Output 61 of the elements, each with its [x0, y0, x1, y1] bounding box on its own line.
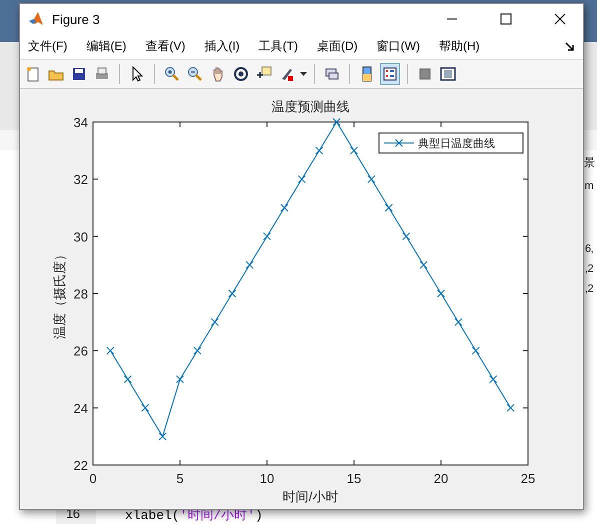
data-marker — [384, 204, 393, 212]
y-tick-label: 32 — [74, 172, 88, 188]
data-marker — [246, 260, 254, 269]
data-marker — [489, 375, 498, 384]
code-fragment: 6, — [585, 243, 594, 255]
x-tick-label: 10 — [260, 471, 274, 486]
y-tick-label: 28 — [74, 286, 88, 302]
code-fragment: ,2 — [585, 283, 594, 295]
x-tick-label: 20 — [434, 471, 448, 486]
y-tick-label: 34 — [74, 115, 88, 130]
data-marker — [176, 375, 184, 384]
data-marker — [506, 404, 515, 412]
menu-item[interactable]: 桌面(D) — [314, 38, 365, 55]
menu-item[interactable]: 查看(V) — [143, 38, 192, 55]
menu-item[interactable]: 文件(F) — [26, 38, 74, 55]
menu-item[interactable]: 编辑(E) — [84, 38, 134, 55]
data-marker — [298, 175, 306, 184]
menu-item[interactable]: 工具(T) — [256, 38, 305, 55]
menu-item[interactable]: 插入(I) — [202, 38, 247, 55]
x-tick-label: 25 — [520, 471, 536, 486]
data-marker — [402, 232, 410, 240]
dropdown-caret-icon[interactable] — [300, 72, 307, 76]
x-axis-label: 时间/小时 — [282, 489, 338, 504]
data-marker — [367, 175, 376, 184]
menu-item[interactable]: 帮助(H) — [436, 38, 487, 55]
data-marker — [263, 232, 271, 240]
x-tick-label: 0 — [89, 471, 97, 486]
data-marker — [332, 118, 341, 126]
legend-icon[interactable] — [380, 63, 400, 85]
y-tick-label: 22 — [74, 458, 88, 473]
x-tick-label: 5 — [176, 471, 184, 486]
chart-title: 温度预测曲线 — [272, 99, 350, 114]
legend-line-icon — [384, 139, 414, 147]
data-marker — [141, 404, 150, 412]
data-marker — [437, 290, 445, 298]
window-title: Figure 3 — [52, 12, 101, 26]
data-marker — [228, 290, 236, 298]
code-fragment: ,2 — [585, 263, 594, 275]
tab-label[interactable]: 景 — [584, 155, 594, 170]
maximize-icon[interactable] — [500, 13, 512, 25]
data-marker — [420, 260, 428, 269]
data-marker — [315, 146, 324, 155]
y-axis-label: 温度（摄氏度） — [52, 248, 67, 339]
data-marker — [158, 432, 167, 440]
y-tick-label: 24 — [74, 400, 88, 416]
x-tick-label: 15 — [346, 471, 362, 486]
matlab-logo-icon — [28, 11, 44, 27]
data-marker — [106, 346, 114, 355]
data-marker — [124, 375, 132, 384]
close-icon[interactable] — [554, 13, 566, 25]
menu-item[interactable]: 窗口(W) — [374, 38, 427, 55]
y-tick-label: 26 — [74, 344, 88, 359]
data-marker — [472, 346, 480, 355]
data-marker — [454, 318, 462, 326]
dock-arrow-icon[interactable] — [565, 42, 575, 52]
data-marker — [350, 146, 358, 155]
legend-label: 典型日温度曲线 — [418, 138, 495, 150]
y-tick-label: 30 — [74, 229, 88, 244]
data-marker — [193, 346, 202, 355]
data-marker — [210, 318, 219, 326]
data-marker — [280, 204, 288, 212]
